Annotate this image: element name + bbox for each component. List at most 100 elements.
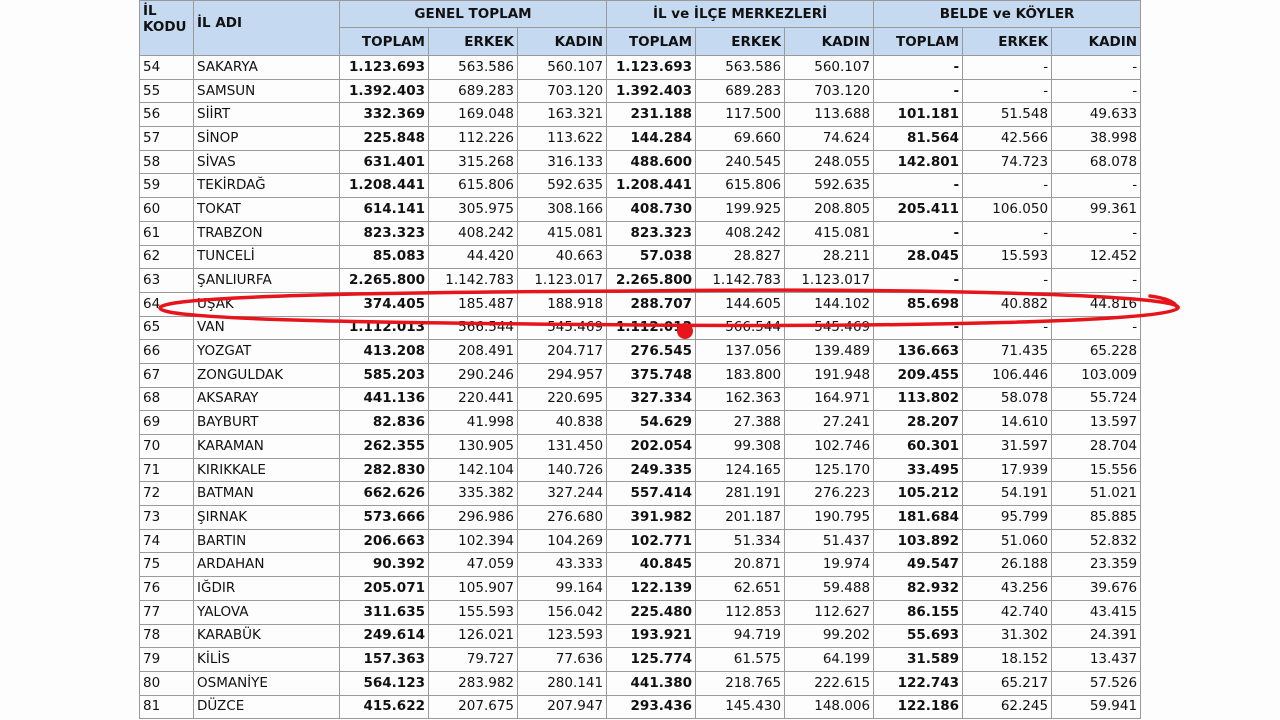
cell-genel-toplam: 1.208.441 (339, 173, 429, 199)
cell-belde-toplam: 181.684 (873, 505, 964, 530)
cell-merkez-erkek: 240.545 (695, 149, 786, 175)
cell-genel-toplam: 85.083 (339, 244, 429, 270)
cell-il-adi: BAYBURT (193, 410, 340, 435)
cell-belde-kadin: 65.228 (1051, 339, 1142, 364)
cell-belde-toplam: - (873, 315, 964, 341)
table-row: 66 YOZGAT 413.208 208.491 204.717 276.545 137.… (139, 339, 1142, 364)
cell-merkez-toplam: 488.600 (606, 149, 697, 175)
cell-merkez-erkek: 1.142.783 (695, 268, 786, 293)
cell-belde-erkek: 65.217 (962, 670, 1053, 696)
cell-genel-toplam: 2.265.800 (339, 268, 429, 293)
cell-genel-kadin: 123.593 (516, 623, 608, 649)
cell-genel-erkek: 689.283 (428, 78, 518, 104)
cell-il-adi: OSMANİYE (193, 670, 340, 696)
cell-merkez-erkek: 124.165 (695, 457, 786, 483)
table-row: 74 BARTIN 206.663 102.394 104.269 102.771 51.3… (139, 528, 1142, 554)
cell-belde-toplam: 142.801 (873, 149, 964, 175)
cell-il-adi: KARABÜK (193, 623, 340, 649)
cell-merkez-erkek: 62.651 (695, 576, 786, 601)
cell-merkez-toplam: 54.629 (606, 410, 697, 435)
cell-il-kodu: 58 (139, 149, 194, 175)
cell-merkez-kadin: 19.974 (784, 552, 875, 578)
cell-belde-toplam: 31.589 (873, 647, 964, 672)
cell-belde-erkek: - (962, 315, 1053, 341)
cell-il-adi: KIRIKKALE (193, 457, 340, 483)
table-row: 54 SAKARYA 1.123.693 563.586 560.107 1.123.69… (139, 55, 1142, 80)
cell-belde-toplam: 60.301 (873, 434, 964, 459)
cell-merkez-toplam: 225.480 (606, 599, 697, 625)
cell-genel-kadin: 207.947 (516, 694, 608, 720)
cell-belde-toplam: 55.693 (873, 623, 964, 649)
cell-merkez-kadin: 125.170 (784, 457, 875, 483)
cell-genel-kadin: 220.695 (516, 386, 608, 412)
cell-merkez-kadin: 592.635 (784, 173, 875, 199)
cell-merkez-toplam: 288.707 (606, 291, 697, 317)
cell-belde-erkek: 31.597 (962, 434, 1053, 459)
cell-merkez-erkek: 117.500 (695, 102, 786, 128)
cell-genel-erkek: 185.487 (428, 291, 518, 317)
subheader-kadin: KADIN (1051, 27, 1142, 56)
cell-merkez-toplam: 293.436 (606, 694, 697, 720)
cell-genel-erkek: 102.394 (428, 528, 518, 554)
cell-genel-toplam: 332.369 (339, 102, 429, 128)
cell-il-kodu: 81 (139, 694, 194, 720)
cell-il-kodu: 77 (139, 599, 194, 625)
cell-genel-erkek: 296.986 (428, 505, 518, 530)
cell-genel-erkek: 130.905 (428, 434, 518, 459)
cell-il-adi: ŞIRNAK (193, 505, 340, 530)
cell-belde-kadin: 51.021 (1051, 481, 1142, 507)
cell-merkez-kadin: 148.006 (784, 694, 875, 720)
cell-il-kodu: 67 (139, 362, 194, 388)
cell-genel-erkek: 79.727 (428, 647, 518, 672)
cell-belde-toplam: 81.564 (873, 126, 964, 151)
cell-merkez-toplam: 249.335 (606, 457, 697, 483)
cell-belde-erkek: 15.593 (962, 244, 1053, 270)
cell-il-kodu: 72 (139, 481, 194, 507)
cell-genel-erkek: 283.982 (428, 670, 518, 696)
population-table: İL KODU İL ADI GENEL TOPLAM İL ve İLÇE M… (139, 0, 1142, 720)
cell-il-kodu: 64 (139, 291, 194, 317)
subheader-kadin: KADIN (784, 27, 875, 56)
cell-merkez-kadin: 248.055 (784, 149, 875, 175)
cell-merkez-toplam: 102.771 (606, 528, 697, 554)
cell-merkez-erkek: 144.605 (695, 291, 786, 317)
cell-genel-toplam: 564.123 (339, 670, 429, 696)
cell-merkez-erkek: 51.334 (695, 528, 786, 554)
cell-merkez-toplam: 122.139 (606, 576, 697, 601)
subheader-toplam: TOPLAM (339, 27, 429, 56)
cell-merkez-toplam: 557.414 (606, 481, 697, 507)
cell-merkez-erkek: 69.660 (695, 126, 786, 151)
cell-il-kodu: 66 (139, 339, 194, 364)
cell-belde-toplam: 136.663 (873, 339, 964, 364)
cell-belde-erkek: 42.566 (962, 126, 1053, 151)
cell-belde-kadin: 39.676 (1051, 576, 1142, 601)
table-row: 67 ZONGULDAK 585.203 290.246 294.957 375.748 1… (139, 362, 1142, 388)
cell-il-kodu: 65 (139, 315, 194, 341)
header-group-il-ilce: İL ve İLÇE MERKEZLERİ (606, 0, 875, 28)
cell-belde-toplam: 205.411 (873, 197, 964, 222)
cell-merkez-kadin: 139.489 (784, 339, 875, 364)
cell-merkez-kadin: 64.199 (784, 647, 875, 672)
cell-belde-kadin: - (1051, 173, 1142, 199)
cell-belde-kadin: 49.633 (1051, 102, 1142, 128)
cell-il-adi: YOZGAT (193, 339, 340, 364)
header-group-belde-koy: BELDE ve KÖYLER (873, 0, 1142, 28)
subheader-erkek: ERKEK (428, 27, 518, 56)
cell-genel-kadin: 327.244 (516, 481, 608, 507)
cell-merkez-toplam: 327.334 (606, 386, 697, 412)
cell-genel-toplam: 614.141 (339, 197, 429, 222)
cell-belde-toplam: 28.045 (873, 244, 964, 270)
cell-il-kodu: 60 (139, 197, 194, 222)
cell-belde-erkek: 58.078 (962, 386, 1053, 412)
table-row: 57 SİNOP 225.848 112.226 113.622 144.284 69.66… (139, 126, 1142, 151)
cell-genel-toplam: 374.405 (339, 291, 429, 317)
cell-merkez-toplam: 2.265.800 (606, 268, 697, 293)
cell-merkez-toplam: 1.123.693 (606, 55, 697, 80)
cell-merkez-toplam: 202.054 (606, 434, 697, 459)
cell-merkez-erkek: 112.853 (695, 599, 786, 625)
cell-merkez-toplam: 823.323 (606, 220, 697, 246)
table-row: 77 YALOVA 311.635 155.593 156.042 225.480 112.… (139, 599, 1142, 625)
cell-belde-erkek: - (962, 220, 1053, 246)
cell-belde-kadin: 59.941 (1051, 694, 1142, 720)
table-row: 59 TEKİRDAĞ 1.208.441 615.806 592.635 1.208.4… (139, 173, 1142, 199)
